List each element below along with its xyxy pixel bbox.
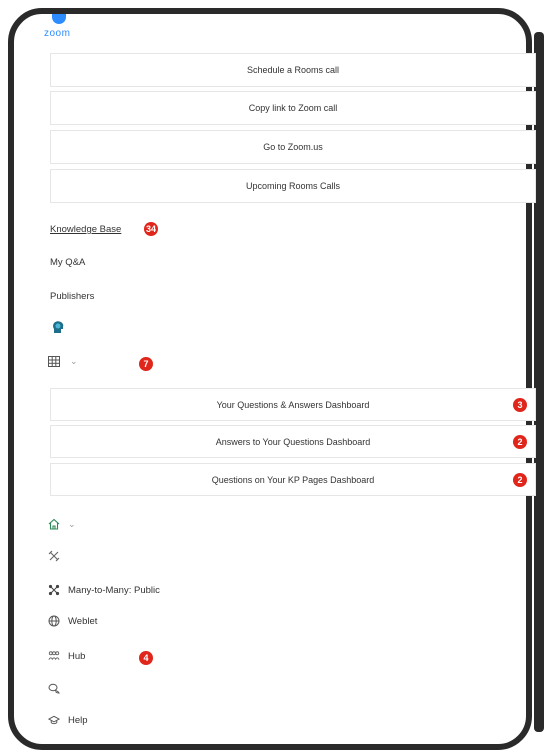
globe-icon	[48, 615, 60, 627]
brain-head-icon[interactable]	[51, 320, 65, 334]
kp-pages-dashboard-badge: 2	[513, 472, 527, 487]
help-link[interactable]: Help	[48, 714, 88, 726]
hub-link[interactable]: Hub	[48, 650, 85, 662]
go-to-zoom-button[interactable]: Go to Zoom.us	[50, 130, 536, 164]
hub-badge: 4	[139, 651, 153, 665]
hub-label: Hub	[68, 650, 86, 662]
chevron-down-icon: ⌄	[68, 518, 76, 529]
chat-menu-item[interactable]	[48, 683, 60, 695]
answers-dashboard-button[interactable]: Answers to Your Questions Dashboard 2	[50, 425, 536, 458]
many-to-many-label: Many-to-Many: Public	[68, 584, 160, 596]
home-icon	[48, 518, 60, 530]
kp-pages-dashboard-button[interactable]: Questions on Your KP Pages Dashboard 2	[50, 463, 536, 496]
button-label: Schedule a Rooms call	[246, 65, 340, 75]
schedule-rooms-call-button[interactable]: Schedule a Rooms call	[50, 53, 536, 87]
chat-icon	[48, 683, 60, 695]
button-label: Copy link to Zoom call	[248, 103, 338, 113]
weblet-label: Weblet	[68, 615, 98, 627]
zoom-logo[interactable]: zoom	[44, 14, 74, 42]
network-icon	[48, 584, 60, 596]
publishers-link[interactable]: Publishers	[50, 291, 94, 302]
your-qa-dashboard-button[interactable]: Your Questions & Answers Dashboard 3	[50, 388, 536, 421]
button-label: Answers to Your Questions Dashboard	[215, 436, 371, 447]
table-menu-toggle[interactable]: ⌄	[48, 356, 78, 367]
button-label: Your Questions & Answers Dashboard	[216, 399, 370, 410]
many-to-many-link[interactable]: Many-to-Many: Public	[48, 584, 160, 596]
zoom-camera-icon	[52, 14, 66, 24]
button-label: Questions on Your KP Pages Dashboard	[211, 474, 375, 485]
your-qa-dashboard-badge: 3	[513, 397, 527, 412]
knowledge-base-badge: 34	[144, 222, 158, 236]
home-menu-toggle[interactable]: ⌄	[48, 518, 76, 530]
hub-icon	[48, 650, 60, 662]
upcoming-rooms-calls-button[interactable]: Upcoming Rooms Calls	[50, 169, 536, 203]
tools-icon	[48, 550, 60, 562]
weblet-link[interactable]: Weblet	[48, 615, 97, 627]
help-label: Help	[68, 714, 88, 726]
copy-zoom-link-button[interactable]: Copy link to Zoom call	[50, 91, 536, 125]
chevron-down-icon: ⌄	[70, 356, 78, 366]
my-qa-link[interactable]: My Q&A	[50, 257, 85, 268]
answers-dashboard-badge: 2	[513, 434, 527, 449]
button-label: Upcoming Rooms Calls	[245, 181, 341, 191]
table-menu-badge: 7	[139, 357, 153, 371]
help-icon	[48, 714, 60, 726]
table-icon	[48, 356, 60, 367]
zoom-logo-text: zoom	[44, 28, 71, 39]
button-label: Go to Zoom.us	[263, 142, 323, 152]
tools-menu-item[interactable]	[48, 550, 60, 562]
knowledge-base-link[interactable]: Knowledge Base	[50, 224, 121, 235]
